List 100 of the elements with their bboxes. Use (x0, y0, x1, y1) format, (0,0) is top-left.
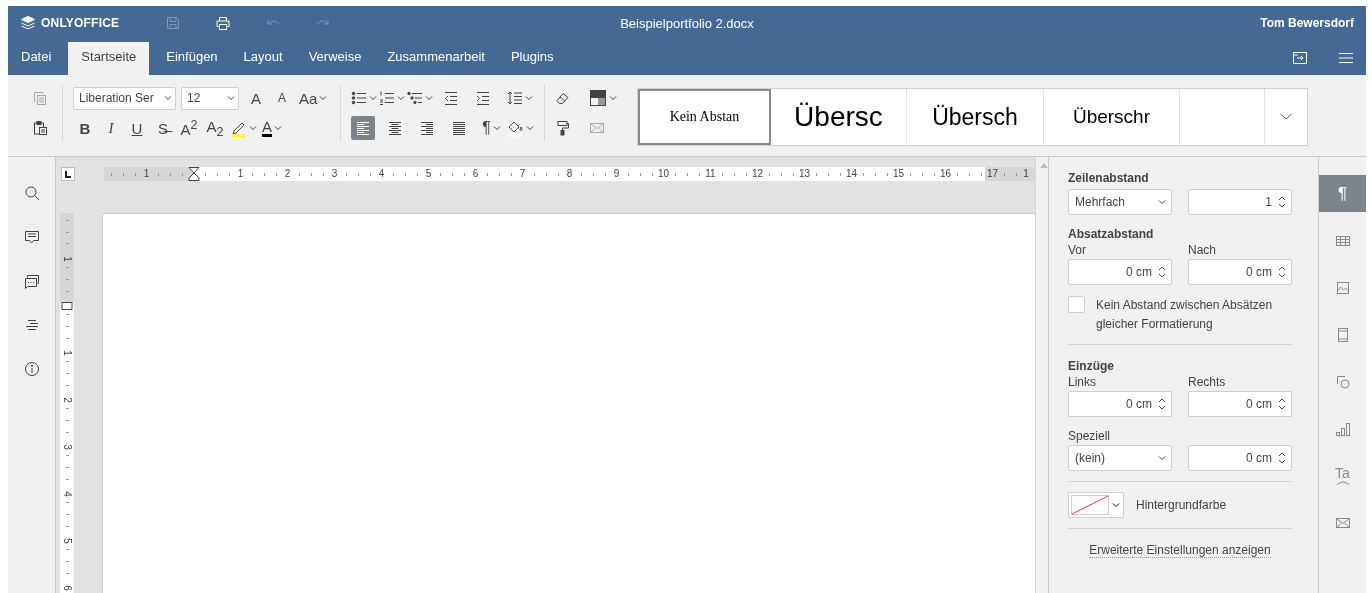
spinner-arrows-icon[interactable] (1158, 265, 1166, 279)
menu-tab[interactable]: Startseite (68, 42, 150, 75)
advanced-settings-link[interactable]: Erweiterte Einstellungen anzeigen (1089, 543, 1271, 558)
change-case-button[interactable]: Aa (296, 86, 331, 110)
line-spacing-icon[interactable] (507, 90, 524, 106)
paint-bucket-icon[interactable] (505, 119, 524, 137)
eraser-icon[interactable] (554, 90, 571, 106)
strikethrough-button[interactable]: S̶ (151, 116, 175, 140)
menu-tab[interactable]: Zusammenarbeit (374, 42, 498, 75)
font-name-field[interactable]: Liberation Ser (73, 86, 176, 110)
paragraph-marks-button[interactable]: ¶ (479, 116, 504, 140)
menu-tab[interactable]: Plugins (497, 42, 567, 75)
indent-right-field[interactable]: 0 cm (1188, 391, 1292, 417)
spacing-before-field[interactable]: 0 cm (1068, 259, 1172, 285)
paste-icon (32, 120, 48, 136)
underline-button[interactable]: U (125, 116, 149, 140)
vertical-ruler[interactable]: 1 1 2 3 4 5 6 (60, 213, 74, 593)
caret-icon (274, 125, 282, 131)
ruler-number: 6 (62, 583, 72, 592)
bold-button[interactable]: B (73, 116, 97, 140)
chart-icon (1334, 420, 1351, 437)
ruler-number: 2 (62, 395, 72, 404)
spinner-arrows-icon[interactable] (1278, 195, 1286, 209)
increase-indent-icon[interactable] (475, 90, 492, 106)
align-center-icon (387, 120, 404, 136)
color-picker-button[interactable] (1068, 492, 1124, 518)
script-button[interactable]: A$_{2}$ (203, 116, 227, 140)
spinner-arrows-icon[interactable] (1158, 397, 1166, 411)
caret-icon (1158, 199, 1166, 205)
style-preset[interactable]: Übersc (770, 89, 907, 145)
menu-tab[interactable]: Einfügen (153, 42, 231, 75)
print-icon[interactable] (215, 15, 232, 31)
chevron-down-icon (1278, 112, 1293, 122)
section-title: Einzüge (1068, 359, 1115, 373)
field-label: Rechts (1188, 375, 1227, 389)
spacing-after-field[interactable]: 0 cm (1188, 259, 1292, 285)
align-button[interactable] (351, 116, 376, 140)
ruler-number: 1 (1022, 168, 1030, 180)
ruler-number: 3 (62, 442, 72, 451)
ruler-number: 13 (797, 168, 812, 180)
numbered-list-icon[interactable] (379, 90, 396, 106)
special-indent-select[interactable]: (kein) (1068, 445, 1172, 471)
checkbox[interactable] (1068, 296, 1085, 313)
align-left-icon (355, 120, 372, 136)
ruler-number: 5 (424, 168, 433, 180)
field-label: Speziell (1068, 429, 1112, 443)
format-painter-icon[interactable] (554, 120, 571, 136)
chat-icon[interactable] (23, 273, 40, 289)
navigation-icon[interactable] (23, 317, 40, 333)
ruler-number: 5 (62, 536, 72, 545)
section-title: Zeilenabstand (1068, 171, 1150, 185)
search-icon[interactable] (23, 185, 40, 201)
menu-tab[interactable]: Verweise (295, 42, 375, 75)
document-title: Beispielportfolio 2.docx (620, 15, 754, 31)
margin-marker-icon[interactable] (61, 301, 73, 310)
menu-tab[interactable]: Datei (8, 42, 65, 75)
decrease-indent-icon[interactable] (443, 90, 460, 106)
caret-icon (1158, 455, 1166, 461)
indent-left-field[interactable]: 0 cm (1068, 391, 1172, 417)
line-spacing-select[interactable]: Mehrfach (1068, 189, 1172, 215)
style-preset[interactable]: Übersch (906, 89, 1044, 145)
ruler-number: 6 (471, 168, 480, 180)
grow-font-button[interactable]: A (244, 86, 268, 110)
open-location-icon[interactable] (1292, 49, 1308, 66)
shrink-font-button[interactable]: A (270, 86, 294, 110)
copy-icon (32, 90, 48, 106)
multilevel-list-icon[interactable] (407, 90, 424, 106)
ruler-number: 17 (985, 168, 1000, 180)
line-spacing-field[interactable]: 1 (1188, 189, 1292, 215)
spinner-arrows-icon[interactable] (1278, 451, 1286, 465)
field-label: Links (1068, 375, 1097, 389)
font-size-field[interactable]: 12 (181, 86, 239, 110)
checkbox-label: Kein Abstand zwischen Absätzen gleicher Formatierung (1096, 297, 1274, 333)
horizontal-ruler[interactable]: 1 1 2 3 4 5 6 7 8 9 10 11 12 13 14 15 16 17 1 (104, 167, 1035, 181)
info-icon[interactable] (23, 361, 40, 377)
spinner-arrows-icon[interactable] (1278, 265, 1286, 279)
caret-icon (319, 95, 328, 101)
caret-icon (1112, 502, 1120, 508)
font-color-button[interactable]: A (259, 116, 285, 140)
menu-tab[interactable]: Layout (230, 42, 296, 75)
ruler-number: 1 (142, 168, 151, 180)
ruler-number: 7 (518, 168, 527, 180)
bullet-list-icon[interactable] (351, 90, 368, 106)
ruler-number: 16 (938, 168, 953, 180)
tab-stop-icon[interactable] (61, 167, 75, 181)
paragraph-tab[interactable]: ¶ (1319, 175, 1366, 212)
indent-marker-icon[interactable] (187, 167, 200, 181)
script-button[interactable]: A$^{2}$ (177, 116, 201, 140)
caret-icon (227, 95, 235, 101)
align-justify-icon (451, 120, 468, 136)
style-preset[interactable]: Kein Abstan (637, 89, 771, 145)
ruler-number: 2 (283, 168, 292, 180)
special-indent-field[interactable]: 0 cm (1188, 445, 1292, 471)
user-name: Tom Bewersdorf (1260, 16, 1354, 30)
italic-button[interactable]: I (99, 116, 123, 140)
spinner-arrows-icon[interactable] (1278, 397, 1286, 411)
no-color-swatch-icon (1071, 495, 1109, 515)
style-preset[interactable]: Überschr (1043, 89, 1180, 145)
color-scheme-icon[interactable] (588, 89, 607, 107)
comment-icon[interactable] (23, 229, 40, 245)
